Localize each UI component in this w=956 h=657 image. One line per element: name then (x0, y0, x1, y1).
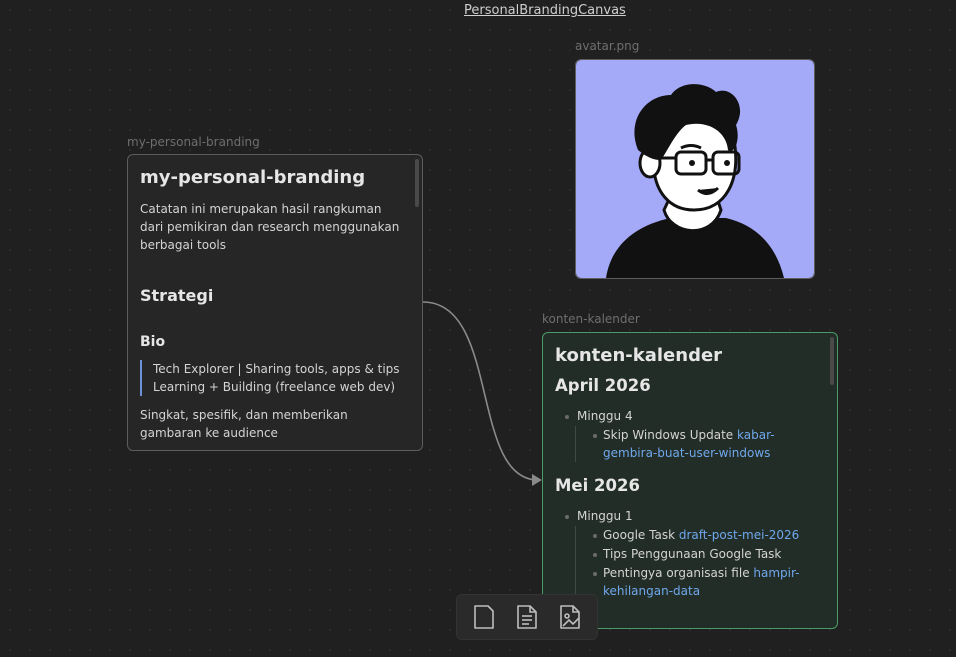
week-list: Minggu 4 Skip Windows Update kabar-gembi… (555, 407, 825, 462)
list-item: Skip Windows Update kabar-gembira-buat-u… (593, 426, 825, 462)
bio-quote: Tech Explorer | Sharing tools, apps & ti… (140, 360, 410, 396)
month-heading-april: April 2026 (555, 376, 651, 395)
avatar-illustration (576, 60, 814, 278)
list-item: Minggu 4 Skip Windows Update kabar-gembi… (565, 407, 825, 462)
note-heading: my-personal-branding (140, 167, 366, 188)
section-heading-bio: Bio (140, 334, 166, 350)
add-media-button[interactable] (552, 599, 588, 635)
canvas-toolbar (456, 594, 598, 640)
node-label-avatar[interactable]: avatar.png (575, 39, 639, 53)
add-note-button[interactable] (509, 599, 545, 635)
internal-link[interactable]: draft-post-mei-2026 (679, 528, 799, 542)
month-heading-mei: Mei 2026 (555, 476, 640, 495)
add-card-button[interactable] (466, 599, 502, 635)
list-item: Pentingya organisasi file hampir-kehilan… (593, 564, 825, 600)
task-list: Skip Windows Update kabar-gembira-buat-u… (575, 426, 825, 462)
week-label: Minggu 1 (577, 509, 633, 523)
task-list: Google Task draft-post-mei-2026 Tips Pen… (575, 526, 825, 600)
week-label: Minggu 4 (577, 409, 633, 423)
list-item: Minggu 1 Google Task draft-post-mei-2026… (565, 507, 825, 600)
note-card-icon (517, 605, 537, 629)
scrollbar[interactable] (830, 337, 834, 385)
quote-line: Learning + Building (freelance web dev) (153, 380, 396, 394)
note-summary: Singkat, spesifik, dan memberikan gambar… (140, 408, 348, 440)
blank-card-icon (474, 605, 495, 629)
task-text: Pentingya organisasi file (603, 566, 754, 580)
note-card-branding[interactable]: my-personal-branding Catatan ini merupak… (127, 154, 423, 451)
week-list: Minggu 1 Google Task draft-post-mei-2026… (555, 507, 825, 600)
media-card-icon (559, 605, 580, 629)
task-text: Google Task (603, 528, 679, 542)
note-heading: konten-kalender (555, 345, 723, 366)
list-item: Google Task draft-post-mei-2026 (593, 526, 825, 544)
image-card-avatar[interactable] (575, 59, 815, 279)
node-label-branding[interactable]: my-personal-branding (127, 135, 260, 149)
edge-arrowhead (532, 474, 542, 486)
task-text: Tips Penggunaan Google Task (603, 547, 782, 561)
quote-line: Tech Explorer | Sharing tools, apps & ti… (153, 362, 400, 376)
task-text: Skip Windows Update (603, 428, 737, 442)
scrollbar[interactable] (415, 159, 419, 207)
list-item: Tips Penggunaan Google Task (593, 545, 825, 563)
note-card-kalender[interactable]: konten-kalender April 2026 Minggu 4 Skip… (542, 332, 838, 629)
section-heading-strategi: Strategi (140, 286, 214, 305)
node-label-kalender[interactable]: konten-kalender (542, 312, 640, 326)
note-intro: Catatan ini merupakan hasil rangkuman da… (140, 202, 400, 252)
